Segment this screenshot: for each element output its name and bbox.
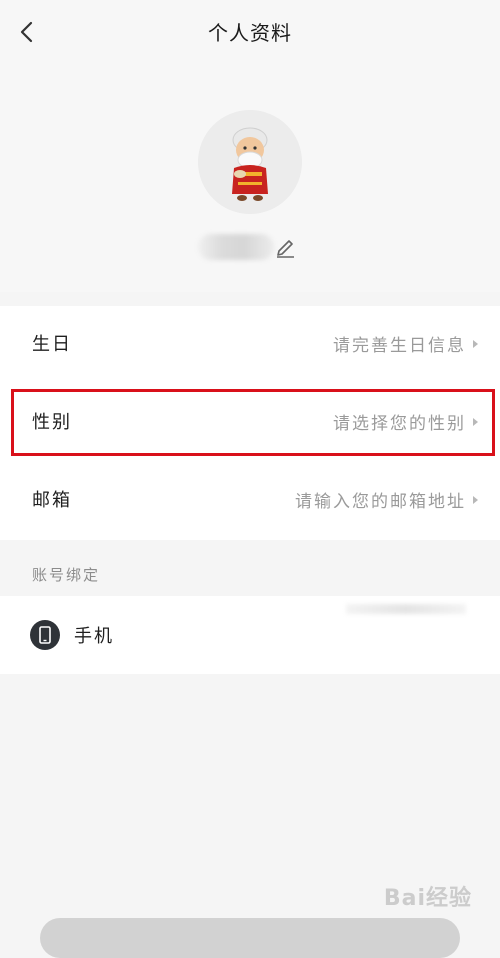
profile-section (0, 64, 500, 292)
email-row[interactable]: 邮箱 请输入您的邮箱地址 (0, 462, 500, 540)
email-label: 邮箱 (32, 490, 72, 511)
birthday-row[interactable]: 生日 请完善生日信息 (0, 306, 500, 384)
pencil-icon (277, 240, 294, 258)
phone-label: 手机 (74, 626, 114, 647)
info-card: 生日 请完善生日信息 性别 请选择您的性别 邮箱 请输入您的邮箱地址 (0, 306, 500, 540)
chevron-right-icon (473, 340, 478, 348)
cartoon-avatar-icon (198, 110, 302, 214)
watermark: Bai经验 (383, 886, 472, 911)
gender-row[interactable]: 性别 请选择您的性别 (0, 384, 500, 462)
chevron-right-icon (473, 418, 478, 426)
email-value: 请输入您的邮箱地址 (295, 492, 466, 512)
birthday-label: 生日 (32, 334, 72, 355)
birthday-value: 请完善生日信息 (333, 336, 466, 356)
chevron-right-icon (473, 496, 478, 504)
gender-label: 性别 (32, 412, 72, 433)
edit-nickname-button[interactable] (274, 236, 298, 260)
mobile-phone-icon (30, 620, 60, 650)
phone-number-blurred (346, 604, 466, 614)
bottom-button[interactable] (40, 918, 460, 958)
account-binding-title: 账号绑定 (32, 566, 101, 584)
page-title: 个人资料 (208, 21, 292, 45)
nickname-blurred (198, 234, 274, 260)
avatar[interactable] (198, 110, 302, 214)
header-bar: 个人资料 (0, 0, 500, 64)
phone-binding-row[interactable]: 手机 (0, 596, 500, 674)
gender-value: 请选择您的性别 (333, 414, 466, 434)
